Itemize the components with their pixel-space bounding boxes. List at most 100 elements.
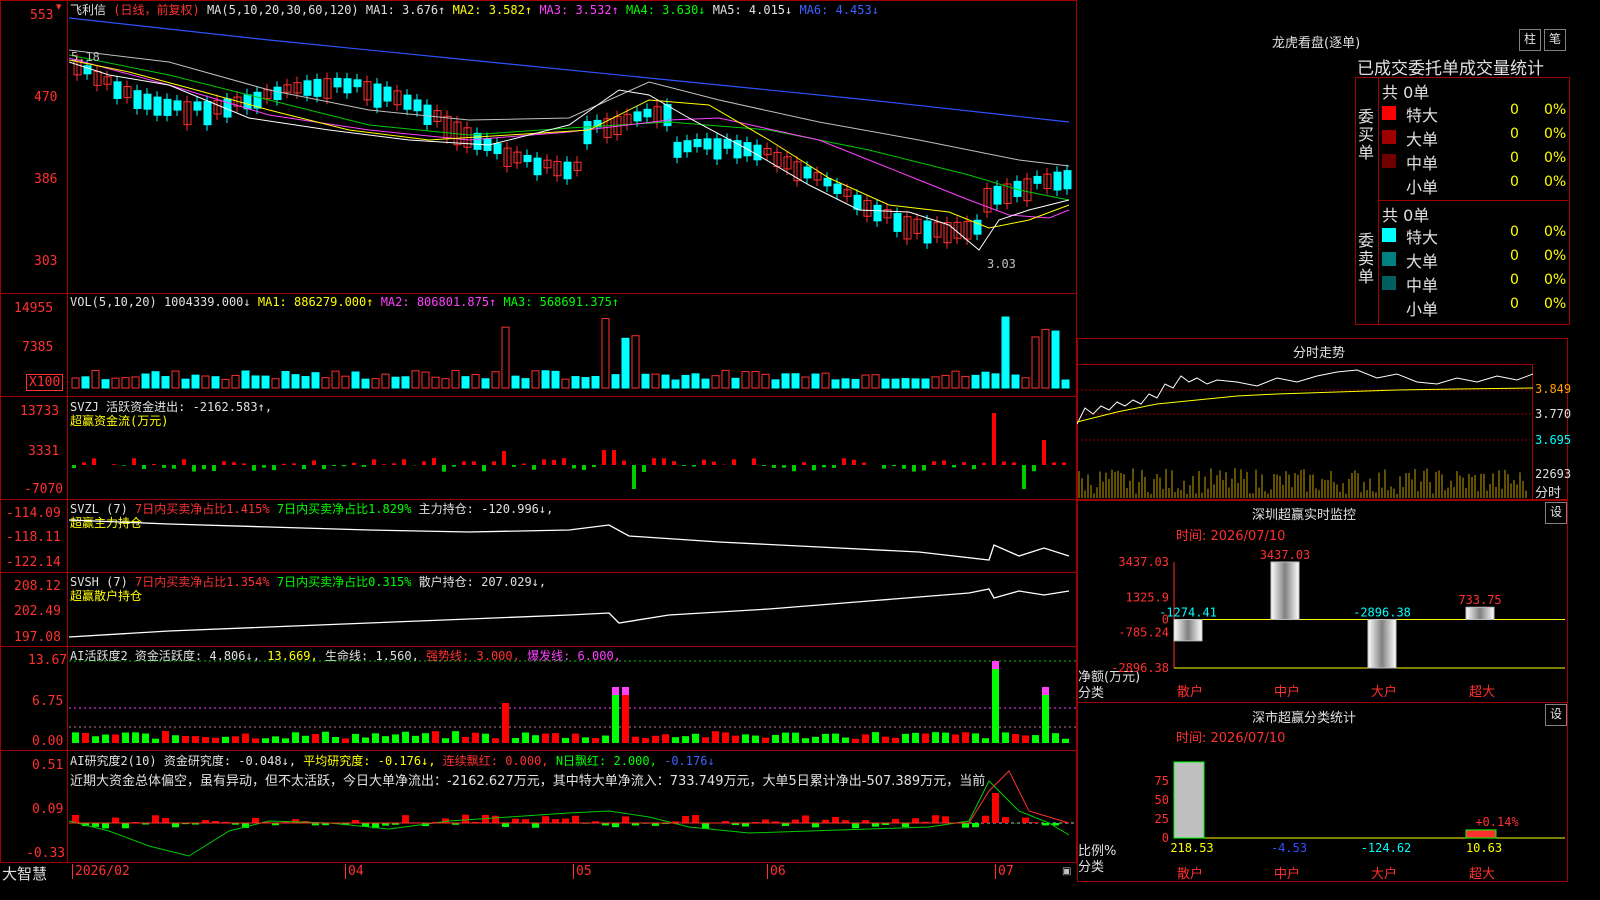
sz-value-label: 733.75 [1458, 593, 1501, 607]
research-bar [812, 823, 819, 828]
flow-bar [852, 459, 856, 465]
tab-bar-chart[interactable]: 柱 [1519, 29, 1541, 51]
volume-bar [671, 379, 680, 389]
volume-bar [111, 377, 120, 389]
tab-tick[interactable]: 笔 [1544, 29, 1566, 51]
svzj-y-3: -7070 [24, 482, 64, 497]
y-label-386: 386 [34, 172, 58, 187]
order-row: 特大 0 0% [1380, 102, 1570, 125]
volume-bar [841, 378, 850, 389]
flow-bar [502, 451, 506, 465]
volume-bar [461, 376, 470, 389]
fl-settings-button[interactable]: 设 [1545, 704, 1567, 726]
fl-value-label: 10.63 [1466, 841, 1502, 855]
volume-bar [411, 370, 420, 389]
date-0: 2026/02 [72, 864, 130, 879]
research-bar [872, 823, 879, 827]
order-count: 0 [1510, 224, 1519, 240]
ai2-y-2: 0.09 [32, 802, 64, 817]
research-bar [502, 823, 509, 827]
research-bar [162, 818, 169, 823]
flow-bar [162, 465, 166, 468]
flow-bar [702, 459, 706, 465]
activity-bar [792, 732, 799, 743]
flow-bar [312, 460, 316, 465]
buy-label: 委买单 [1358, 107, 1375, 162]
flow-bar [292, 463, 296, 465]
flow-bar [982, 462, 986, 465]
fl-bar-rect [1173, 761, 1205, 839]
color-swatch [1382, 252, 1396, 266]
volume-bar [631, 335, 640, 389]
lock-icon[interactable]: ▣ [1062, 866, 1071, 877]
flow-bar [822, 465, 826, 468]
sz-settings-button[interactable]: 设 [1545, 502, 1567, 524]
menu-arrow-icon[interactable]: ▾ [56, 0, 62, 13]
sell-label: 委卖单 [1358, 231, 1375, 286]
sz-category-label: 大户 [1371, 684, 1397, 700]
ai1-y-1: 13.67 [28, 653, 68, 668]
order-row: 大单 0 0% [1380, 248, 1570, 271]
flow-bar [542, 459, 546, 465]
volume-bar [401, 376, 410, 389]
sz-category-label: 中户 [1274, 684, 1300, 700]
volume-bar [641, 373, 650, 389]
stat-title: 已成交委托单成交量统计 [1357, 59, 1544, 79]
flow-bar [892, 465, 896, 467]
flow-bar [232, 462, 236, 465]
flow-bar [622, 460, 626, 465]
candle-body [733, 140, 742, 159]
candle-body [1063, 170, 1072, 190]
research-bar [992, 793, 999, 823]
flow-bar [472, 461, 476, 465]
order-size-label: 特大 [1406, 106, 1439, 125]
flow-bar [152, 464, 156, 465]
flow-bar [282, 463, 286, 465]
color-swatch [1382, 228, 1396, 242]
activity-bar [142, 733, 149, 743]
sz-value-label: -1274.41 [1159, 606, 1217, 620]
volume-bar [421, 371, 430, 389]
activity-bar [202, 737, 209, 743]
fl-y-tick: 25 [1155, 812, 1169, 826]
activity-bar [1052, 733, 1059, 743]
volume-bar [211, 376, 220, 389]
candle-body [1033, 175, 1042, 184]
research-bar [1042, 823, 1049, 826]
volume-bar [511, 375, 520, 389]
research-bar [792, 819, 799, 823]
volume-bar [991, 373, 1000, 389]
volume-bar [931, 376, 940, 389]
sz-category-label: 散户 [1177, 684, 1203, 700]
candle-body [643, 108, 652, 118]
sz-value-label: 3437.03 [1260, 548, 1311, 562]
research-bar [172, 823, 179, 828]
flow-bar [752, 458, 756, 465]
candle-body [583, 121, 592, 145]
activity-bar [542, 733, 549, 743]
activity-bar [372, 733, 379, 743]
activity-bar [892, 737, 899, 743]
activity-bar [312, 733, 319, 743]
flow-bar [422, 461, 426, 465]
activity-bar [192, 736, 199, 743]
candle-chart[interactable]: 5.18 3.03 [69, 0, 1076, 293]
candle-body [803, 166, 812, 179]
date-1: 04 [345, 864, 364, 879]
flow-bar [522, 463, 526, 465]
activity-bar [492, 738, 499, 743]
fl-y-tick: 50 [1155, 793, 1169, 807]
volume-bar [601, 318, 610, 389]
activity-peak [622, 687, 629, 695]
flow-bar [632, 465, 636, 489]
candle-body [133, 90, 142, 109]
flow-bar [802, 462, 806, 465]
svzj-chart [72, 413, 1066, 489]
activity-bar [682, 736, 689, 743]
volume-bar [791, 373, 800, 389]
activity-bar [582, 737, 589, 743]
sz-bar-rect [1270, 561, 1300, 621]
research-bar [252, 817, 259, 823]
activity-bar [212, 737, 219, 743]
y-label-303: 303 [34, 254, 58, 269]
